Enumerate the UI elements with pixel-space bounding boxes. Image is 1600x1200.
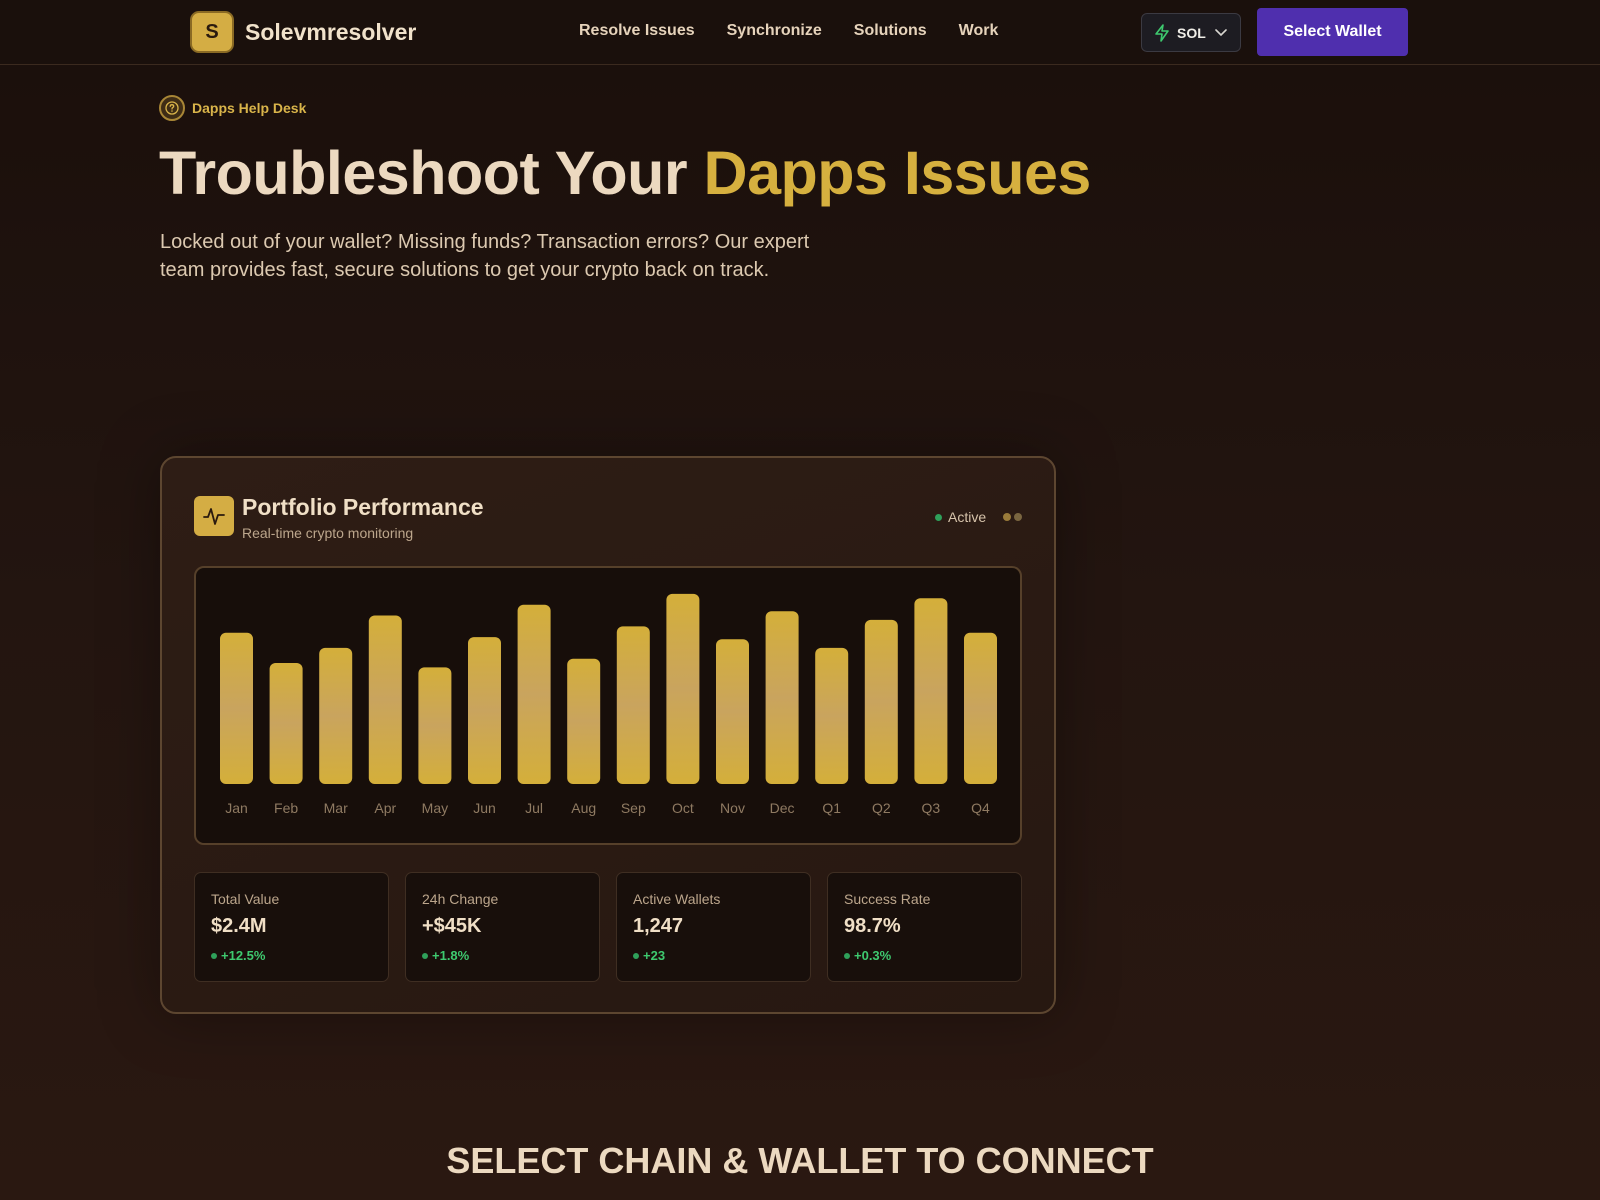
brand[interactable]: S Solevmresolver — [190, 11, 416, 53]
stat-change: +0.3% — [844, 948, 891, 963]
stat-change: +1.8% — [422, 948, 469, 963]
chart-bar-feb — [269, 663, 303, 784]
stat-value: 1,247 — [633, 915, 684, 937]
hero-subtitle: Locked out of your wallet? Missing funds… — [160, 231, 810, 281]
x-tick-label: Mar — [324, 800, 348, 816]
x-tick-label: Jun — [473, 800, 496, 816]
help-circle-icon — [159, 95, 185, 121]
stat-value: +$45K — [422, 915, 482, 937]
main-nav: Resolve Issues Synchronize Solutions Wor… — [579, 22, 1030, 40]
hero-title-accent: Dapps Issues — [703, 139, 1092, 207]
stat-label: Active Wallets — [633, 891, 721, 907]
chain-label: SOL — [1177, 24, 1206, 41]
badge-label: Dapps Help Desk — [192, 100, 307, 116]
chart-bar-apr — [368, 615, 402, 784]
x-tick-label: Jul — [525, 800, 543, 816]
top-navbar: S Solevmresolver Resolve Issues Synchron… — [0, 0, 1600, 65]
brand-logo[interactable]: S — [190, 11, 234, 53]
chart-bar-q3 — [914, 598, 948, 784]
chart-bar-may — [418, 667, 452, 784]
x-tick-label: Dec — [770, 800, 795, 816]
x-tick-label: Nov — [720, 800, 745, 816]
chart-bar-q1 — [815, 647, 849, 784]
change-text: +1.8% — [432, 948, 470, 963]
chart-bar-jun — [468, 637, 501, 784]
status-badge: Active — [935, 509, 986, 525]
change-text: +12.5% — [221, 948, 266, 963]
hero-title: Troubleshoot Your Dapps Issues — [159, 138, 1091, 208]
x-tick-label: Aug — [571, 800, 596, 816]
status-dot — [935, 513, 942, 521]
change-text: +0.3% — [854, 948, 892, 963]
change-dot — [633, 952, 639, 959]
stat-label: Success Rate — [844, 891, 931, 907]
chart-bar-sep — [616, 626, 650, 784]
dot — [1014, 513, 1022, 521]
nav-work[interactable]: Work — [959, 22, 999, 40]
chart-container: Jan Feb Mar Apr May Jun Jul Aug Sep Oct Nov Dec Q1 Q2… — [194, 566, 1022, 845]
x-tick-label: Sep — [621, 800, 646, 816]
chevron-down-icon — [1214, 28, 1227, 36]
select-wallet-button[interactable]: Select Wallet — [1257, 8, 1408, 56]
dot — [1003, 513, 1011, 521]
stat-success-rate: Success Rate 98.7% +0.3% — [827, 872, 1022, 982]
stat-value: $2.4M — [211, 915, 267, 937]
chart-bar-mar — [319, 647, 353, 784]
nav-resolve-issues[interactable]: Resolve Issues — [579, 22, 695, 40]
change-text: +23 — [643, 948, 666, 963]
chart-bar-aug — [567, 658, 601, 784]
x-tick-label: Q2 — [872, 800, 891, 816]
card-menu-dots[interactable] — [1003, 513, 1025, 521]
portfolio-card: Portfolio Performance Real-time crypto m… — [160, 456, 1056, 1014]
bolt-icon — [1155, 23, 1169, 42]
x-tick-label: Oct — [672, 800, 694, 816]
chart-bar-jul — [517, 604, 551, 784]
card-subtitle: Real-time crypto monitoring — [242, 525, 414, 541]
nav-solutions[interactable]: Solutions — [854, 22, 927, 40]
stat-change: +12.5% — [211, 948, 265, 963]
stat-total-value: Total Value $2.4M +12.5% — [194, 872, 389, 982]
x-tick-label: Jan — [225, 800, 248, 816]
change-dot — [422, 952, 428, 959]
chart-bar-jan — [220, 632, 253, 784]
stat-value: 98.7% — [844, 915, 901, 937]
chart-bar-q2 — [864, 619, 898, 784]
hero-title-main: Troubleshoot Your — [159, 139, 704, 207]
stat-label: Total Value — [211, 891, 280, 907]
stat-24h-change: 24h Change +$45K +1.8% — [405, 872, 600, 982]
chart-bar-dec — [765, 611, 799, 784]
card-title: Portfolio Performance — [242, 494, 484, 520]
change-dot — [844, 952, 850, 959]
chart-bar-nov — [716, 639, 749, 784]
x-tick-label: May — [422, 800, 448, 816]
x-tick-label: Feb — [274, 800, 298, 816]
stat-active-wallets: Active Wallets 1,247 +23 — [616, 872, 811, 982]
change-dot — [211, 952, 217, 959]
x-tick-label: Q1 — [822, 800, 841, 816]
activity-icon — [194, 496, 234, 536]
chain-selector[interactable]: SOL — [1141, 13, 1241, 52]
x-tick-label: Apr — [374, 800, 396, 816]
chart-bar-oct — [666, 593, 700, 784]
chart-bar-q4 — [964, 632, 997, 784]
x-tick-label: Q3 — [922, 800, 941, 816]
nav-synchronize[interactable]: Synchronize — [727, 22, 822, 40]
stat-change: +23 — [633, 948, 665, 963]
connect-section-title: SELECT CHAIN & WALLET TO CONNECT — [446, 1140, 1154, 1181]
x-tick-label: Q4 — [971, 800, 990, 816]
brand-name[interactable]: Solevmresolver — [245, 19, 416, 46]
status-label: Active — [948, 509, 987, 525]
help-desk-badge: Dapps Help Desk — [159, 95, 306, 121]
bar-chart: Jan Feb Mar Apr May Jun Jul Aug Sep Oct Nov Dec Q1 Q2… — [220, 593, 997, 816]
stat-label: 24h Change — [422, 891, 499, 907]
